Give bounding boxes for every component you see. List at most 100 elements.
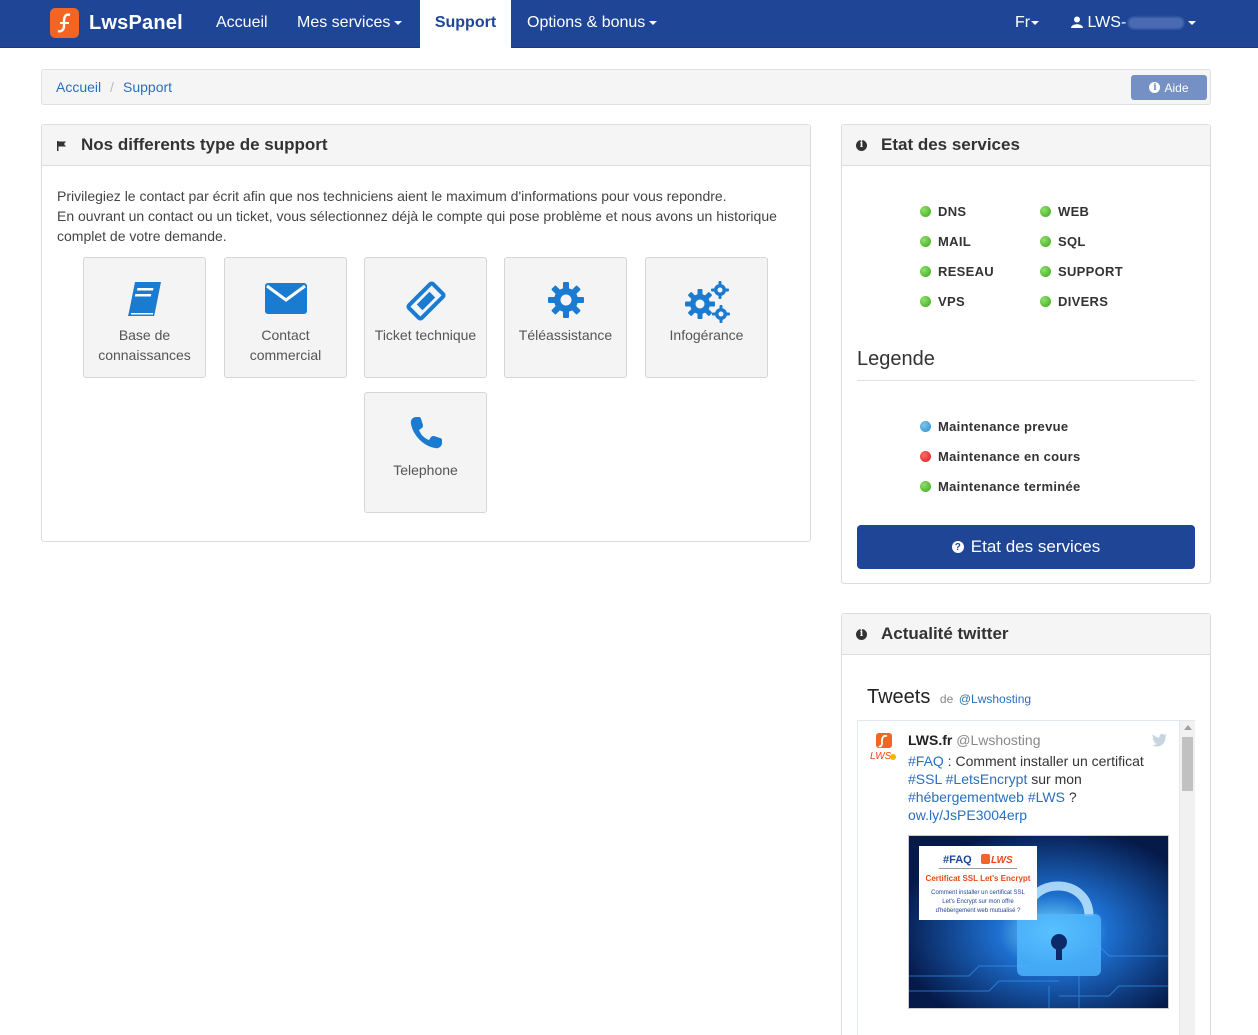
scroll-thumb[interactable] — [1182, 737, 1193, 791]
tweet-image[interactable]: #FAQ LWS Certificat SSL Let's Encrypt Co… — [908, 835, 1169, 1009]
tile-telephone[interactable]: Telephone — [364, 392, 487, 513]
tweet-text-part: sur mon — [1027, 771, 1082, 787]
status-dot — [920, 266, 931, 277]
user-icon — [1071, 16, 1083, 28]
status-reseau: RESEAU — [920, 264, 994, 279]
breadcrumb-support[interactable]: Support — [123, 79, 172, 95]
caret-down-icon — [649, 20, 658, 25]
tweet-text-part: : Comment installer un certificat — [943, 753, 1144, 769]
info-icon: i — [1149, 82, 1161, 93]
support-intro: Privilegiez le contact par écrit afin qu… — [57, 186, 807, 246]
tile-contact-commercial[interactable]: Contact commercial — [224, 257, 347, 378]
twitter-bird-icon[interactable] — [1151, 733, 1167, 747]
tweets-label: Tweets — [867, 686, 931, 708]
tweet-author-handle: @Lwshosting — [956, 732, 1041, 748]
flag-icon — [57, 140, 66, 151]
image-line-1: Comment installer un certificat SSL — [931, 890, 1025, 896]
status-dot — [1040, 236, 1051, 247]
question-icon: ? — [951, 541, 964, 553]
status-mail: MAIL — [920, 234, 971, 249]
status-label: RESEAU — [938, 264, 994, 279]
tile-teleassistance[interactable]: Téléassistance — [504, 257, 627, 378]
tweets-handle-link[interactable]: @Lwshosting — [959, 692, 1031, 706]
legend-divider — [857, 380, 1195, 381]
status-dot — [1040, 206, 1051, 217]
breadcrumb-separator: / — [110, 79, 114, 95]
hashtag-letsencrypt[interactable]: #LetsEncrypt — [946, 771, 1028, 787]
tweet-text: #FAQ : Comment installer un certificat #… — [908, 752, 1168, 824]
tweet-scrollbar[interactable] — [1179, 721, 1195, 1035]
phone-icon — [410, 417, 442, 449]
aide-button[interactable]: i Aide — [1131, 75, 1207, 100]
nav-accueil[interactable]: Accueil — [200, 0, 284, 48]
caret-down-icon — [1188, 20, 1197, 25]
image-lws-text: LWS — [991, 855, 1013, 866]
hashtag-hebergementweb[interactable]: #hébergementweb — [908, 789, 1024, 805]
status-label: MAIL — [938, 234, 971, 249]
status-label: DIVERS — [1058, 294, 1109, 309]
caret-down-icon — [1031, 20, 1040, 25]
legend-title: Legende — [857, 348, 935, 370]
status-support: SUPPORT — [1040, 264, 1123, 279]
tile-base-connaissances[interactable]: Base de connaissances — [83, 257, 206, 378]
image-line-3: d'hébergement web mutualisé ? — [936, 908, 1022, 914]
nav-options-bonus[interactable]: Options & bonus — [511, 0, 673, 48]
twitter-panel-title: Actualité twitter — [881, 624, 1009, 643]
language-label: Fr — [1015, 14, 1031, 31]
scroll-up-arrow-icon[interactable] — [1184, 725, 1192, 730]
legend-prevue: Maintenance prevue — [920, 419, 1068, 434]
username-blurred — [1128, 16, 1185, 29]
etat-services-panel: i Etat des services DNS MAIL RESEAU VPS … — [841, 124, 1211, 584]
image-faq-text: #FAQ — [943, 854, 972, 866]
tweet-author[interactable]: LWS.fr @Lwshosting — [908, 732, 1041, 748]
tweet-link[interactable]: ow.ly/JsPE3004erp — [908, 807, 1027, 823]
tile-label: Téléassistance — [518, 327, 613, 343]
svg-text:LWS: LWS — [870, 751, 892, 762]
tile-ticket-technique[interactable]: Ticket technique — [364, 257, 487, 378]
legend-label: Maintenance prevue — [938, 419, 1069, 434]
status-web: WEB — [1040, 204, 1089, 219]
tile-infogerance[interactable]: Infogérance — [645, 257, 768, 378]
legend-dot — [920, 481, 931, 492]
gears-icon — [684, 281, 730, 323]
info-icon: i — [856, 628, 867, 640]
status-dot — [920, 206, 931, 217]
envelope-icon — [264, 283, 307, 314]
tile-label: Contact commercial — [249, 327, 322, 363]
lws-logo-icon — [50, 8, 79, 38]
image-line-2: Let's Encrypt sur mon offre — [942, 899, 1014, 905]
tweet-timeline[interactable]: LWS LWS.fr @Lwshosting #FAQ : Comment in… — [857, 720, 1195, 1035]
nav-options-bonus-label: Options & bonus — [527, 14, 646, 31]
intro-line-2: En ouvrant un contact ou un ticket, vous… — [57, 208, 777, 244]
hashtag-ssl[interactable]: #SSL — [908, 771, 942, 787]
tweets-de: de — [939, 692, 954, 706]
status-sql: SQL — [1040, 234, 1086, 249]
status-label: SUPPORT — [1058, 264, 1123, 279]
status-label: DNS — [938, 204, 967, 219]
status-dns: DNS — [920, 204, 966, 219]
book-icon — [127, 282, 161, 316]
status-label: SQL — [1058, 234, 1086, 249]
lws-avatar[interactable]: LWS — [868, 733, 898, 763]
legend-dot — [920, 421, 931, 432]
tweets-header: Tweets de @Lwshosting — [867, 686, 1031, 709]
status-dot — [920, 236, 931, 247]
support-panel-title: Nos differents type de support — [81, 135, 328, 154]
aide-label: Aide — [1164, 80, 1189, 95]
legend-terminee: Maintenance terminée — [920, 479, 1081, 494]
nav-mes-services-label: Mes services — [297, 14, 391, 31]
etat-services-button[interactable]: ? Etat des services — [857, 525, 1195, 569]
info-icon: i — [856, 139, 867, 151]
nav-mes-services[interactable]: Mes services — [281, 0, 418, 48]
status-dot — [920, 296, 931, 307]
language-dropdown[interactable]: Fr — [999, 0, 1055, 48]
breadcrumb-accueil[interactable]: Accueil — [56, 79, 101, 95]
nav-support[interactable]: Support — [420, 0, 511, 48]
hashtag-lws[interactable]: #LWS — [1028, 789, 1065, 805]
tile-label: Ticket technique — [374, 327, 477, 343]
hashtag-faq[interactable]: #FAQ — [908, 753, 944, 769]
user-dropdown[interactable]: LWS- — [1055, 0, 1212, 48]
tile-label: Infogérance — [669, 327, 744, 343]
brand[interactable]: LwsPanel — [50, 7, 183, 39]
gear-icon — [547, 282, 584, 318]
